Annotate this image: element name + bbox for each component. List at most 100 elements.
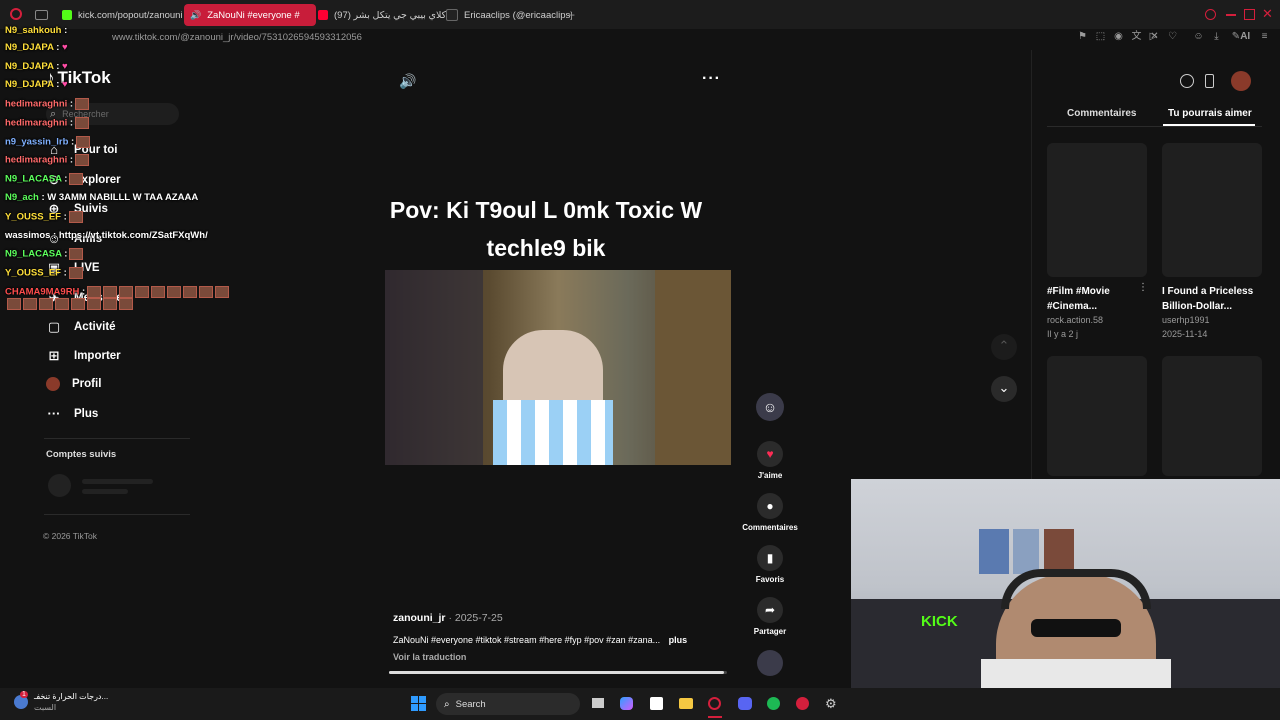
nav-label: Importer [74,350,121,362]
start-button[interactable] [411,696,426,711]
url-field[interactable]: www.tiktok.com/@zanouni_jr/video/7531026… [112,32,362,43]
opera-taskbar-icon[interactable] [708,697,721,710]
webcam-poster [1044,529,1074,574]
download-icon[interactable]: ⤓ [1211,31,1222,42]
webcam-sunglasses [1031,619,1121,637]
emote-icon [75,98,90,110]
task-view-icon[interactable] [592,698,604,708]
chat-message: N9_DJAPA : ♥ [5,79,68,90]
user-avatar[interactable] [1231,71,1251,91]
tab-strip-icon[interactable] [35,10,48,20]
nav-profile[interactable]: Profil [46,377,101,391]
video-chat-overlay [385,270,483,465]
tab-label: (97) كلاي بيبي جي يتكل بشر [334,9,447,21]
card-title[interactable]: I Found a Priceless Billion-Dollar... [1162,284,1262,314]
tab-ericaaclips[interactable]: Ericaaclips (@ericaaclips) [440,4,572,26]
app-icon[interactable] [796,697,809,710]
nav-activity[interactable]: ▢ Activité [46,319,116,335]
volume-icon[interactable]: 🔊 [399,73,416,90]
next-video-button[interactable]: ⌄ [991,376,1017,402]
translate-icon[interactable]: 文 [1131,31,1142,42]
minimize-button[interactable] [1226,14,1236,16]
emote-icon [71,298,85,310]
suggested-video-card[interactable] [1162,143,1262,277]
card-menu-icon[interactable]: ⋮ [1138,282,1148,293]
nav-label: Activité [74,321,116,333]
new-tab-button[interactable]: + [568,8,575,22]
emote-icon [215,286,230,298]
chat-message: hedimaraghni : [5,117,90,129]
weather-widget[interactable]: 1 درجات الحرارة تنخفـ... السبت [14,691,108,713]
video-progress-track[interactable] [389,671,727,674]
like-button[interactable]: ♥ J'aime [742,441,798,480]
favorites-button[interactable]: ▮ Favoris [742,545,798,584]
nav-label: Profil [72,378,102,390]
emote-icon [119,286,134,298]
share-icon: ➦ [757,597,783,623]
video-player[interactable] [385,270,731,465]
emote-icon [39,298,53,310]
nav-upload[interactable]: ⊞ Importer [46,348,121,364]
favorites-label: Favoris [755,575,785,584]
menu-icon[interactable]: ≡ [1259,31,1270,42]
suggested-video-card[interactable] [1162,356,1262,476]
chat-username: N9_LACASA [5,248,62,260]
search-icon: ⌕ [444,698,450,710]
emote-icon [199,286,214,298]
copilot-icon[interactable] [620,697,633,710]
nav-more[interactable]: ··· Plus [46,406,99,421]
card-title[interactable]: #Film #Movie #Cinema... [1047,284,1133,314]
sound-avatar[interactable] [757,650,783,676]
previous-video-button[interactable]: ⌃ [991,334,1017,360]
maximize-button[interactable] [1244,9,1255,20]
screenshot-icon[interactable]: ⬚ [1095,31,1106,42]
webcam-overlay: KICK [851,479,1280,720]
discord-icon[interactable] [738,697,752,710]
creator-avatar[interactable]: ☺ [756,393,784,421]
more-options-icon[interactable]: ··· [702,70,721,88]
divider [44,514,190,515]
profile-avatar-icon [46,377,60,391]
chat-message: Y_OUSS_EF : [5,267,83,279]
tab-kick[interactable]: kick.com/popout/zanouni [56,4,186,26]
weather-line2: السبت [34,703,57,712]
suggested-video-card[interactable] [1047,356,1147,476]
video-person-shirt [493,400,613,465]
favorite-icon[interactable]: ♡ [1167,31,1178,42]
video-caption-line1: Pov: Ki T9oul L 0mk Toxic W [389,197,703,223]
share-label: Partager [753,627,787,636]
skeleton-line [82,479,153,484]
opera-logo-icon[interactable] [10,8,22,20]
translate-link[interactable]: Voir la traduction [393,652,466,662]
webcam-sign: KICK [921,613,958,630]
profile-icon[interactable]: ☺ [1193,31,1204,42]
browser-tab-bar: kick.com/popout/zanouni 🔊 ZaNouNi #every… [0,0,1280,29]
comments-button[interactable]: ● Commentaires [742,493,798,532]
tab-youtube[interactable]: (97) كلاي بيبي جي يتكل بشر [312,4,448,26]
tab-might-like[interactable]: Tu pourrais aimer [1168,108,1252,119]
chat-message: N9_sahkouh : [5,25,68,36]
bookmark-icon[interactable]: ⚑ [1077,31,1088,42]
settings-icon[interactable]: ⚙ [825,696,837,712]
ai-button[interactable]: ✎AI [1230,31,1252,42]
suggested-video-card[interactable] [1047,143,1147,277]
store-icon[interactable] [650,697,663,710]
author-name[interactable]: zanouni_jr [393,612,446,624]
file-explorer-icon[interactable] [679,698,693,709]
device-icon[interactable] [1205,74,1214,88]
tab-comments[interactable]: Commentaires [1067,108,1136,119]
emote-icon [103,298,117,310]
share-button[interactable]: ➦ Partager [742,597,798,636]
camera-icon[interactable]: ◉ [1113,31,1124,42]
more-link[interactable]: plus [669,635,688,645]
upload-icon: ⊞ [48,348,60,363]
close-window-button[interactable]: ✕ [1262,6,1273,22]
spotify-icon[interactable] [767,697,780,710]
play-icon[interactable]: ▷ [1148,31,1159,42]
search-tabs-icon[interactable] [1205,9,1216,20]
chat-username: CHAMA9MA9RH [5,286,80,298]
tab-tiktok-video[interactable]: 🔊 ZaNouNi #everyone # [184,4,316,26]
explore-icon[interactable] [1180,74,1194,88]
active-app-indicator [708,716,722,718]
taskbar-search[interactable]: ⌕ Search [436,693,580,715]
